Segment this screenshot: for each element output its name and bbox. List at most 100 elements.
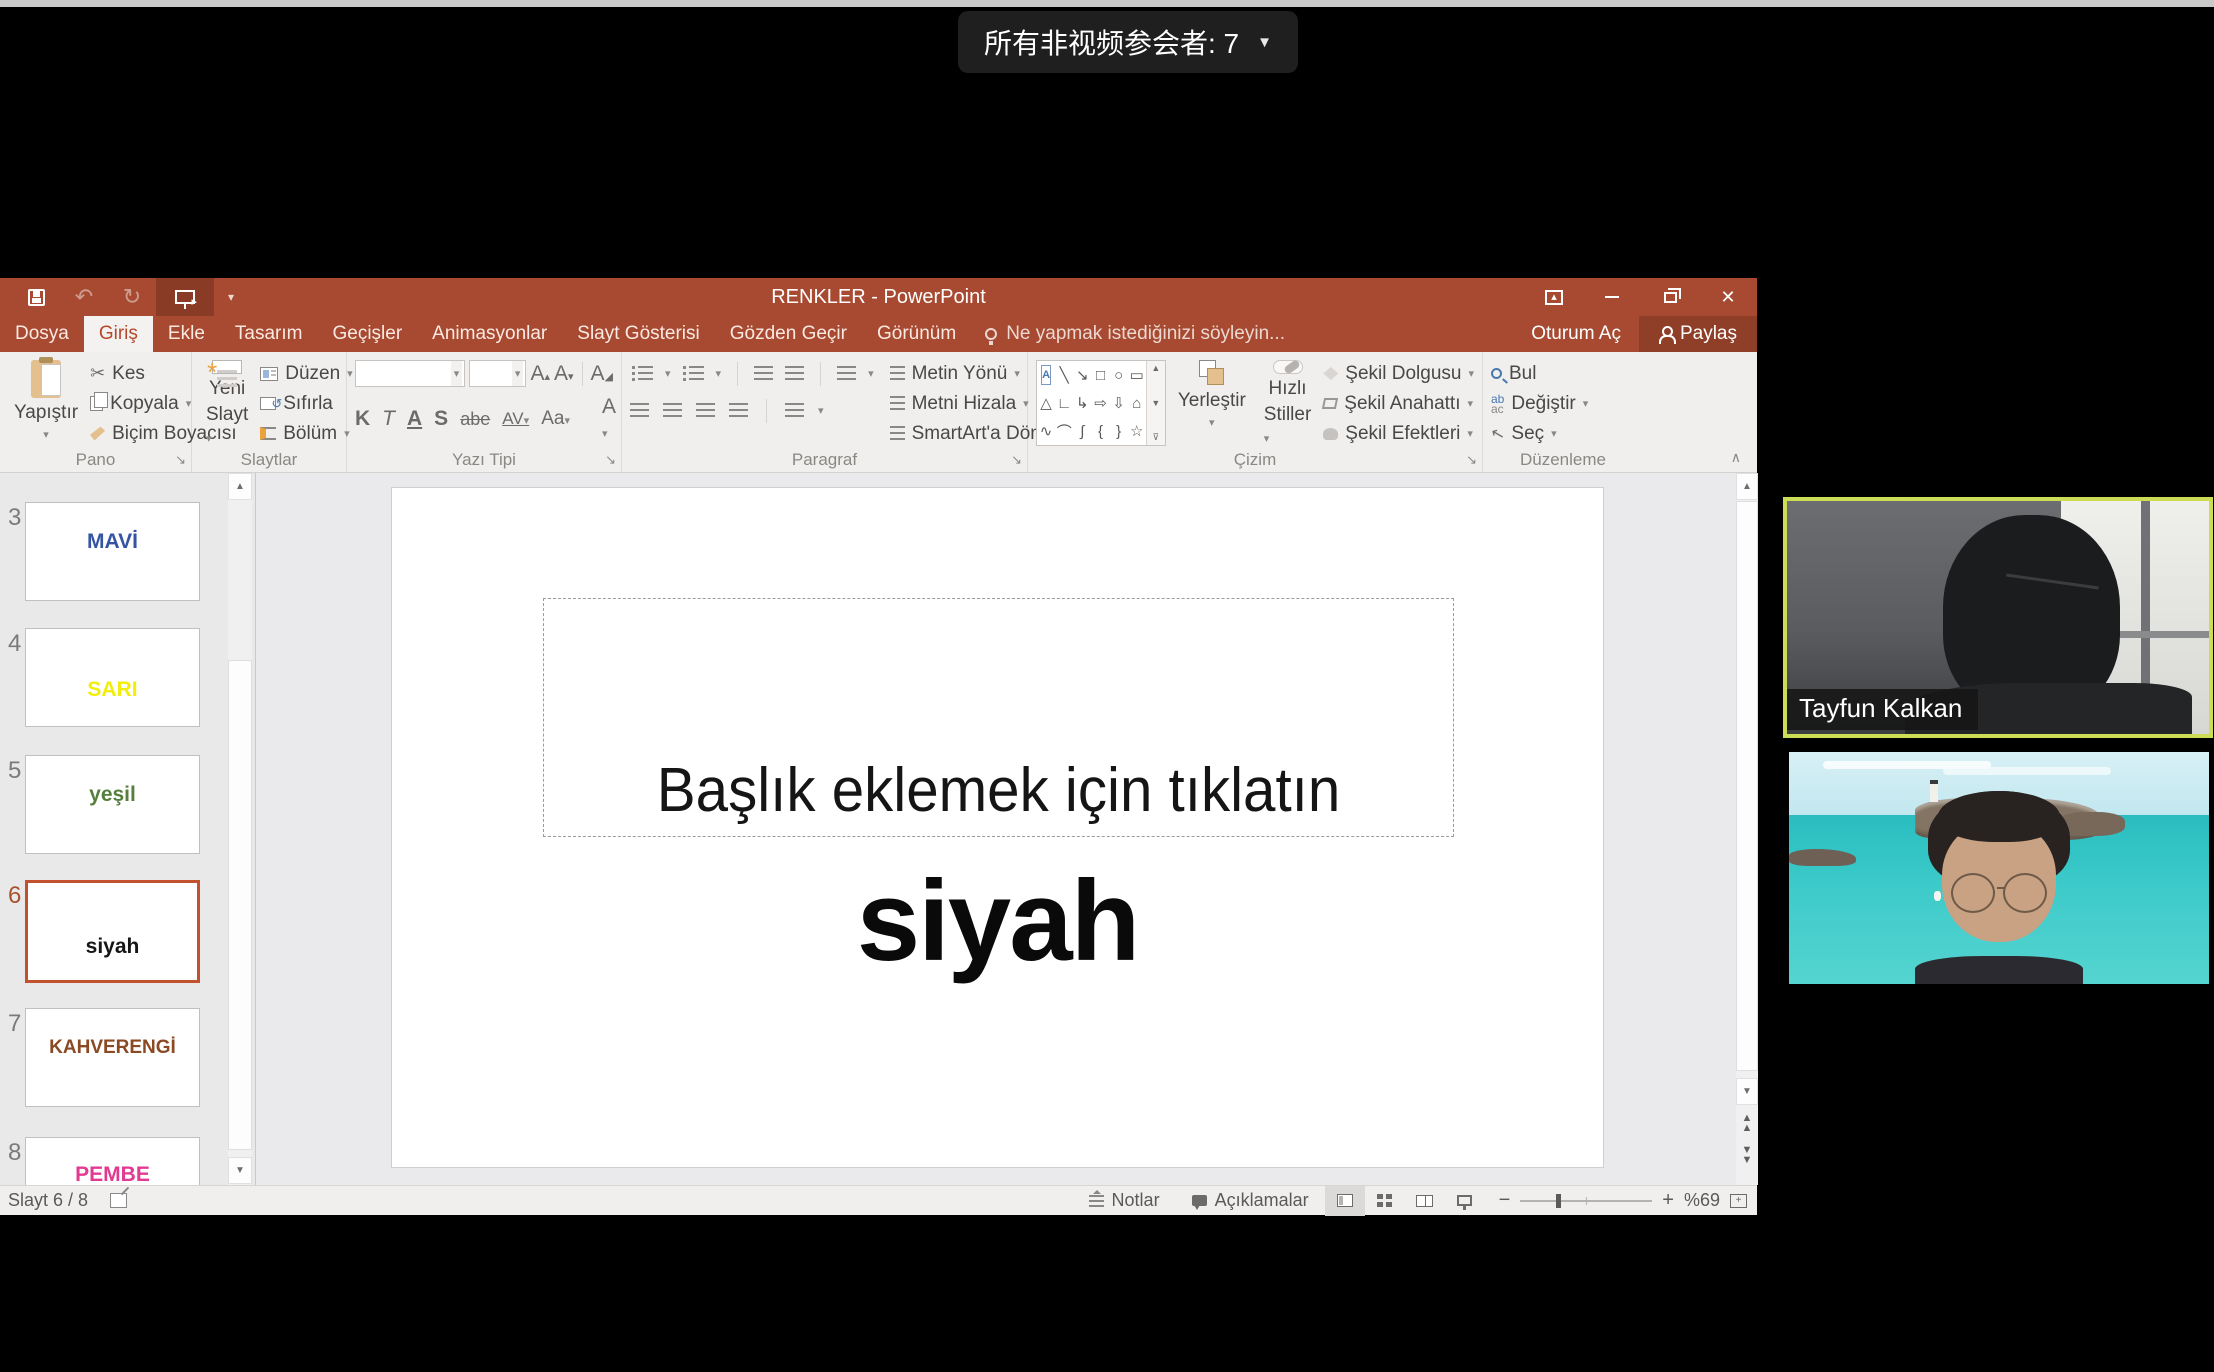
pano-dialog-launcher-icon[interactable]: ↘ [175,452,186,468]
arrange-button[interactable]: Yerleştir ▾ [1172,360,1252,448]
bold-button[interactable]: K [355,407,370,431]
tab-slayt-gosterisi[interactable]: Slayt Gösterisi [562,316,714,352]
paragraf-dialog-launcher-icon[interactable]: ↘ [1011,452,1022,468]
paste-button[interactable]: Yapıştır ▾ [8,360,84,448]
panel-scrollbar-thumb[interactable] [228,660,252,1150]
zoom-in-button[interactable]: + [1662,1189,1674,1212]
close-button[interactable]: ✕ [1699,278,1757,316]
grow-font-button[interactable]: A▴ [530,362,550,386]
new-slide-button[interactable]: Yeni Slayt ▾ [200,360,254,448]
tab-gorunum[interactable]: Görünüm [862,316,971,352]
workspace-scrollbar[interactable]: ▲ ▼ ▲▲ ▼▼ [1736,473,1758,1185]
numbering-caret-icon[interactable]: ▾ [716,367,722,380]
slide-title-text[interactable]: siyah [392,856,1603,987]
shape-icon[interactable]: ╲ [1055,361,1073,389]
shape-icon[interactable]: △ [1037,389,1055,417]
video-tile-active-speaker[interactable]: Tayfun Kalkan [1783,497,2213,738]
workspace-scrollbar-thumb[interactable] [1736,501,1758,1071]
shape-icon[interactable]: ▭ [1128,361,1146,389]
view-slideshow-button[interactable] [1445,1186,1485,1216]
align-center-icon[interactable] [663,403,682,418]
line-spacing-icon[interactable] [837,366,856,381]
shape-icon[interactable]: ⇩ [1110,389,1128,417]
numbering-icon[interactable] [689,366,704,381]
fit-to-window-icon[interactable]: + [1730,1194,1747,1208]
clear-formatting-button[interactable]: A◢ [591,362,613,386]
workspace-scroll-down-icon[interactable]: ▼ [1736,1078,1758,1105]
shape-icon[interactable]: ↘ [1073,361,1091,389]
shape-fill-button[interactable]: Şekil Dolgusu▾ [1323,360,1474,387]
shape-icon[interactable]: } [1110,417,1128,445]
notes-edit-icon[interactable] [110,1193,127,1208]
shape-icon[interactable]: ⌒ [1055,417,1073,445]
title-placeholder[interactable]: Başlık eklemek için tıklatın [543,598,1454,837]
shape-scroll-down-icon[interactable]: ▼ [1151,398,1160,408]
align-left-icon[interactable] [630,403,649,418]
shape-icon[interactable]: ☆ [1128,417,1146,445]
columns-caret-icon[interactable]: ▾ [818,404,824,417]
minimize-button[interactable] [1583,278,1641,316]
shape-icon[interactable]: □ [1091,361,1109,389]
text-shadow-button[interactable]: S [434,407,448,431]
share-button[interactable]: Paylaş [1639,316,1757,352]
start-slideshow-button[interactable] [156,278,214,316]
reset-button[interactable]: Sıfırla [260,390,352,417]
notes-toggle[interactable]: Notlar [1073,1186,1176,1216]
shape-gallery-scroll[interactable]: ▲ ▼ ⊽ [1146,361,1165,445]
font-size-combo[interactable]: ▾ [469,360,526,387]
ribbon-display-options-button[interactable]: ▴ [1525,278,1583,316]
shape-icon[interactable]: ∿ [1037,417,1055,445]
cizim-dialog-launcher-icon[interactable]: ↘ [1466,452,1477,468]
slide-thumbnail-6-selected[interactable]: siyah [25,880,200,983]
view-normal-button[interactable] [1325,1186,1365,1216]
shape-icon[interactable]: A [1041,365,1051,385]
current-slide[interactable]: Başlık eklemek için tıklatın siyah [391,487,1604,1168]
participants-banner[interactable]: 所有非视频参会者: 7 ▼ [958,11,1298,73]
section-button[interactable]: Bölüm▾ [260,420,352,447]
workspace-scroll-up-icon[interactable]: ▲ [1736,473,1758,500]
font-color-button[interactable]: A ▾ [602,395,615,443]
line-spacing-caret-icon[interactable]: ▾ [868,367,874,380]
previous-slide-button[interactable]: ▲▲ [1736,1113,1758,1133]
layout-button[interactable]: Düzen▾ [260,360,352,387]
change-case-button[interactable]: Aa▾ [541,408,570,430]
shape-icon[interactable]: ⇨ [1091,389,1109,417]
shape-outline-button[interactable]: Şekil Anahattı▾ [1323,390,1474,417]
quick-styles-button[interactable]: Hızlı Stiller ▾ [1258,360,1318,448]
shape-icon[interactable]: ∟ [1055,389,1073,417]
zoom-slider-thumb[interactable] [1556,1194,1561,1208]
shape-icon[interactable]: ∫ [1073,417,1091,445]
view-slide-sorter-button[interactable] [1365,1186,1405,1216]
increase-indent-icon[interactable] [785,366,804,381]
find-button[interactable]: Bul [1491,360,1588,387]
character-spacing-button[interactable]: AV▾ [502,409,529,429]
justify-icon[interactable] [729,403,748,418]
collapse-ribbon-icon[interactable]: ∧ [1731,449,1741,466]
sign-in-button[interactable]: Oturum Aç [1513,316,1639,352]
restore-button[interactable] [1641,278,1699,316]
tab-dosya[interactable]: Dosya [0,316,84,352]
shape-icon[interactable]: ○ [1110,361,1128,389]
slide-thumbnail-3[interactable]: MAVİ [25,502,200,601]
panel-scroll-up-icon[interactable]: ▲ [228,473,252,500]
bullets-caret-icon[interactable]: ▾ [665,367,671,380]
align-right-icon[interactable] [696,403,715,418]
tab-gozden-gecir[interactable]: Gözden Geçir [715,316,862,352]
zoom-out-button[interactable]: − [1499,1189,1511,1212]
tab-tasarim[interactable]: Tasarım [220,316,318,352]
columns-icon[interactable] [785,403,804,418]
slide-thumbnail-7[interactable]: KAHVERENGİ [25,1008,200,1107]
strikethrough-button[interactable]: abe [460,409,490,430]
shape-effects-button[interactable]: Şekil Efektleri▾ [1323,420,1474,447]
shrink-font-button[interactable]: A▾ [554,362,574,386]
qat-customize-icon[interactable]: ▾ [228,290,234,304]
tab-giris[interactable]: Giriş [84,316,153,352]
view-reading-button[interactable] [1405,1186,1445,1216]
tab-animasyonlar[interactable]: Animasyonlar [417,316,562,352]
select-button[interactable]: ↖Seç▾ [1491,420,1588,447]
panel-scroll-down-icon[interactable]: ▼ [228,1157,252,1184]
panel-scrollbar[interactable]: ▲ ▼ [228,473,252,1185]
undo-button[interactable]: ↶ [60,278,108,316]
shape-icon[interactable]: ↳ [1073,389,1091,417]
shape-icon[interactable]: ⌂ [1128,389,1146,417]
